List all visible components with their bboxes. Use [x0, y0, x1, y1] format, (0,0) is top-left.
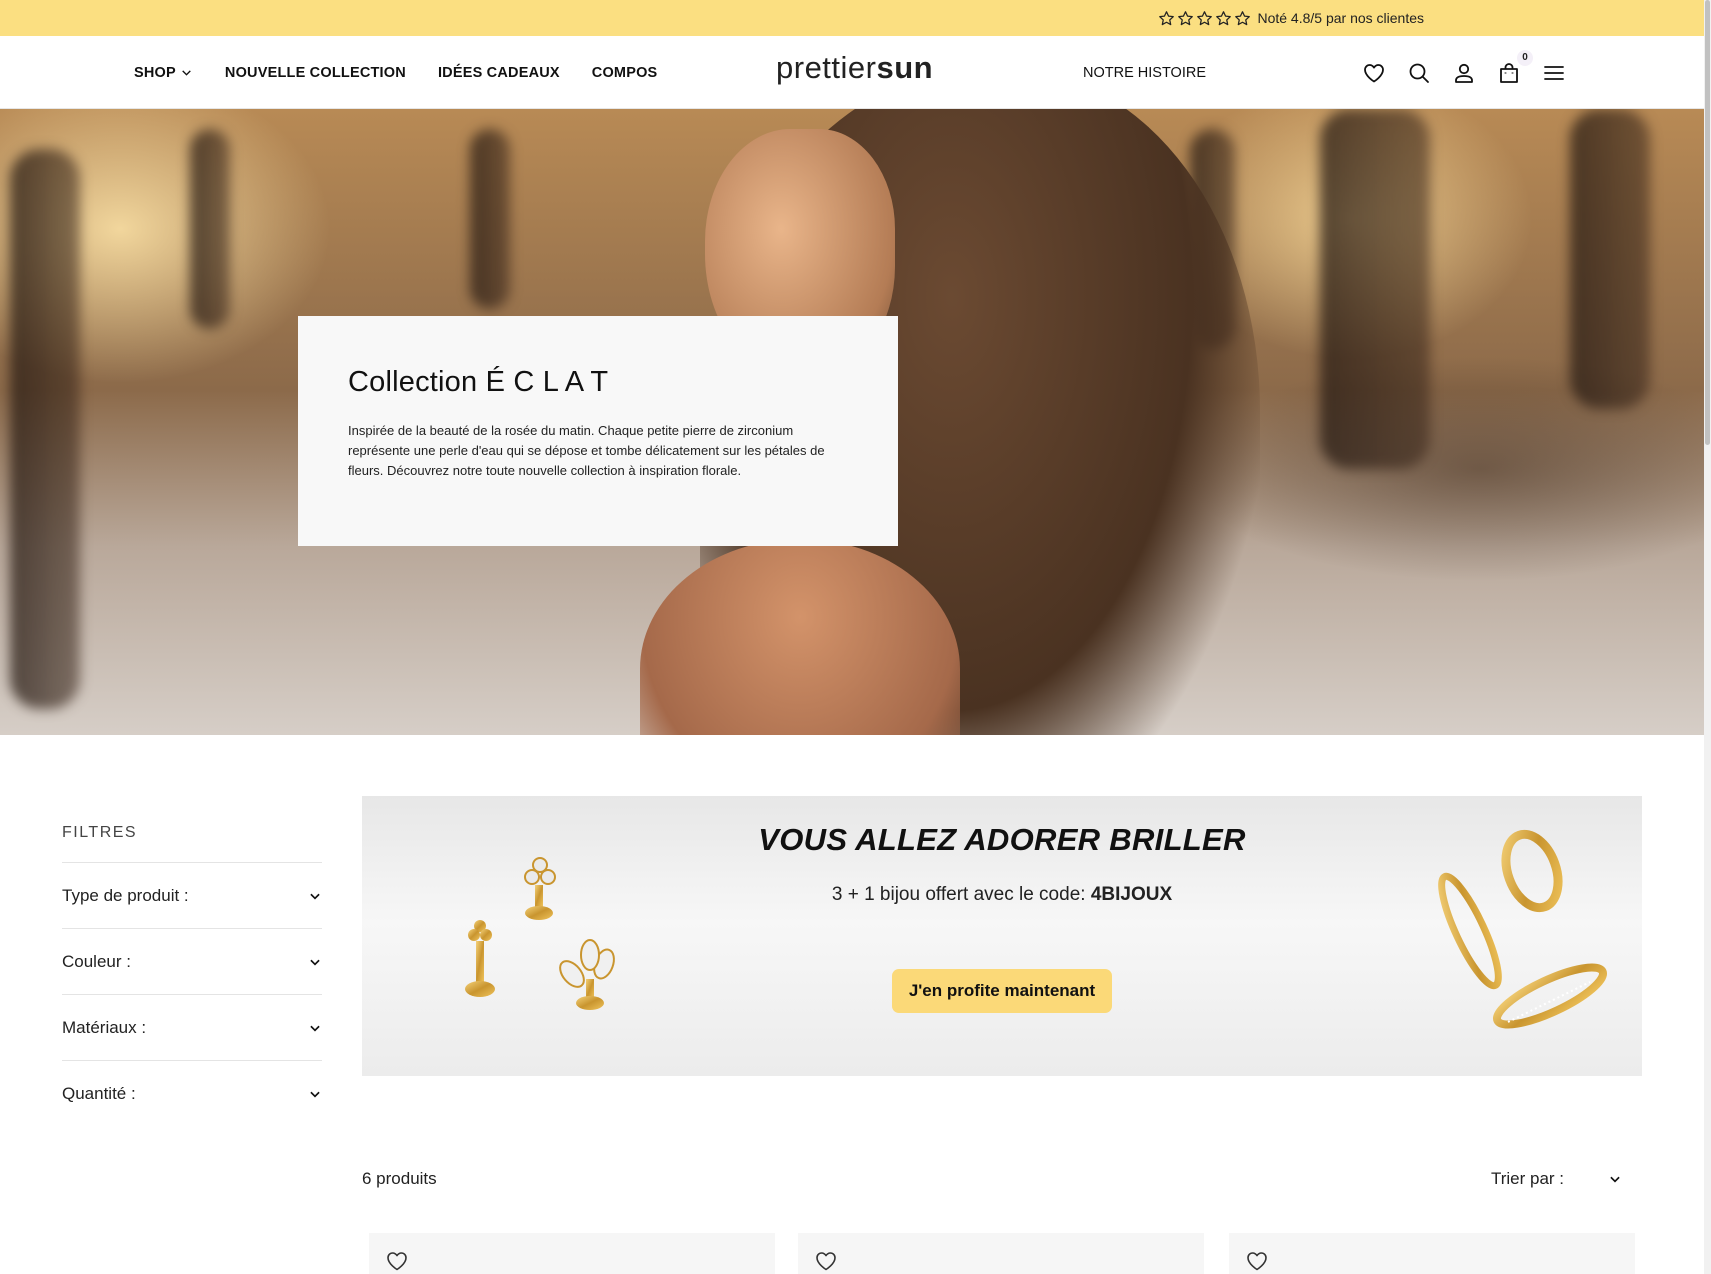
- site-logo[interactable]: prettiersun: [776, 50, 933, 86]
- nav-shop-label: SHOP: [134, 64, 176, 81]
- wishlist-toggle[interactable]: [385, 1249, 409, 1273]
- star-icon: [1159, 10, 1175, 25]
- nav-label: NOUVELLE COLLECTION: [224, 64, 406, 81]
- rating-text: Noté 4.8/5 par nos clientes: [1257, 10, 1424, 26]
- filter-label: Type de produit :: [62, 885, 189, 905]
- header-icons: 0: [1362, 36, 1566, 109]
- filter-label: Couleur :: [62, 951, 131, 971]
- nav-label: NOTRE HISTOIRE: [1083, 64, 1206, 81]
- promo-cta-button[interactable]: J'en profite maintenant: [892, 969, 1112, 1013]
- star-icon: [1178, 10, 1194, 25]
- collection-description: Inspirée de la beauté de la rosée du mat…: [348, 423, 825, 478]
- nav-label: COMPOS: [591, 64, 658, 81]
- page-scrollbar[interactable]: [1704, 0, 1711, 1274]
- filter-materials[interactable]: Matériaux :: [62, 995, 322, 1061]
- scrollbar-thumb[interactable]: [1705, 0, 1710, 445]
- products-toolbar: 6 produits Trier par :: [362, 1162, 1642, 1196]
- chevron-down-icon: [310, 1091, 320, 1098]
- star-icon: [1197, 10, 1213, 25]
- wishlist-button[interactable]: [1362, 61, 1386, 85]
- filter-quantity[interactable]: Quantité :: [62, 1061, 322, 1127]
- filter-label: Matériaux :: [62, 1017, 147, 1037]
- hero-background-shape: [190, 129, 230, 329]
- product-count: 6 produits: [362, 1169, 437, 1188]
- nav-nouvelle-collection[interactable]: NOUVELLE COLLECTION: [225, 65, 406, 81]
- wishlist-toggle[interactable]: [814, 1249, 838, 1273]
- heart-icon: [816, 1252, 836, 1271]
- cart-count-badge: 0: [1517, 49, 1533, 66]
- site-header: SHOP NOUVELLE COLLECTION IDÉES CADEAUX C…: [0, 36, 1704, 109]
- page: Noté 4.8/5 par nos clientes SHOP NOUVELL…: [0, 0, 1711, 1274]
- nav-shop[interactable]: SHOP: [134, 65, 193, 81]
- product-card[interactable]: [1229, 1233, 1635, 1274]
- product-card[interactable]: [369, 1233, 775, 1274]
- filters-title: FILTRES: [62, 824, 322, 863]
- chevron-down-icon: [310, 959, 320, 965]
- sort-label: Trier par :: [1490, 1169, 1564, 1188]
- promo-banner: VOUS ALLEZ ADORER BRILLER 3 + 1 bijou of…: [362, 796, 1642, 1076]
- heart-icon: [1247, 1252, 1267, 1271]
- logo-light-text: prettier: [776, 50, 877, 85]
- hero-text-card: Collection É C L A T Inspirée de la beau…: [298, 316, 898, 546]
- account-button[interactable]: [1452, 61, 1476, 85]
- logo-bold-text: sun: [876, 50, 934, 85]
- hero-background-shape: [470, 129, 510, 309]
- nav-label: IDÉES CADEAUX: [437, 64, 560, 81]
- heart-icon: [1364, 63, 1384, 82]
- filter-color[interactable]: Couleur :: [62, 929, 322, 995]
- piercing-jewelry-image: [465, 857, 615, 1010]
- search-icon: [1409, 63, 1429, 83]
- menu-icon: [1544, 65, 1564, 80]
- announcement-bar: Noté 4.8/5 par nos clientes: [0, 0, 1704, 36]
- star-icon: [1235, 10, 1251, 25]
- product-card[interactable]: [798, 1233, 1204, 1274]
- chevron-down-icon: [182, 70, 191, 76]
- search-button[interactable]: [1407, 61, 1431, 85]
- menu-button[interactable]: [1542, 61, 1566, 85]
- heart-icon: [387, 1252, 407, 1271]
- chevron-down-icon: [1610, 1176, 1620, 1183]
- chevron-down-icon: [310, 893, 320, 899]
- product-grid: [369, 1233, 1635, 1274]
- user-icon: [1455, 63, 1473, 83]
- hero-background-shape: [1320, 109, 1430, 469]
- nav-compos[interactable]: COMPOS: [592, 65, 658, 81]
- sort-dropdown[interactable]: Trier par :: [1491, 1169, 1642, 1189]
- rating-stars: [1158, 10, 1251, 27]
- collection-title: Collection É C L A T: [348, 366, 609, 398]
- hoop-earrings-image: [1438, 829, 1607, 1029]
- main-nav: SHOP NOUVELLE COLLECTION IDÉES CADEAUX C…: [134, 36, 657, 109]
- promo-code: 4BIJOUX: [1090, 884, 1173, 905]
- nav-idees-cadeaux[interactable]: IDÉES CADEAUX: [438, 65, 560, 81]
- chevron-down-icon: [310, 1025, 320, 1031]
- hero-background-shape: [1570, 109, 1650, 409]
- hero-banner: Collection É C L A T Inspirée de la beau…: [0, 109, 1704, 735]
- filters-sidebar: FILTRES Type de produit : Couleur : Maté…: [62, 824, 322, 1127]
- star-icon: [1216, 10, 1232, 25]
- nav-notre-histoire[interactable]: NOTRE HISTOIRE: [1083, 36, 1206, 109]
- wishlist-toggle[interactable]: [1245, 1249, 1269, 1273]
- filter-product-type[interactable]: Type de produit :: [62, 863, 322, 929]
- hero-background-shape: [10, 149, 80, 709]
- bag-icon: [1500, 62, 1518, 83]
- promo-subtext-label: 3 + 1 bijou offert avec le code:: [831, 884, 1091, 905]
- cart-button[interactable]: 0: [1497, 49, 1533, 85]
- filter-label: Quantité :: [62, 1084, 136, 1103]
